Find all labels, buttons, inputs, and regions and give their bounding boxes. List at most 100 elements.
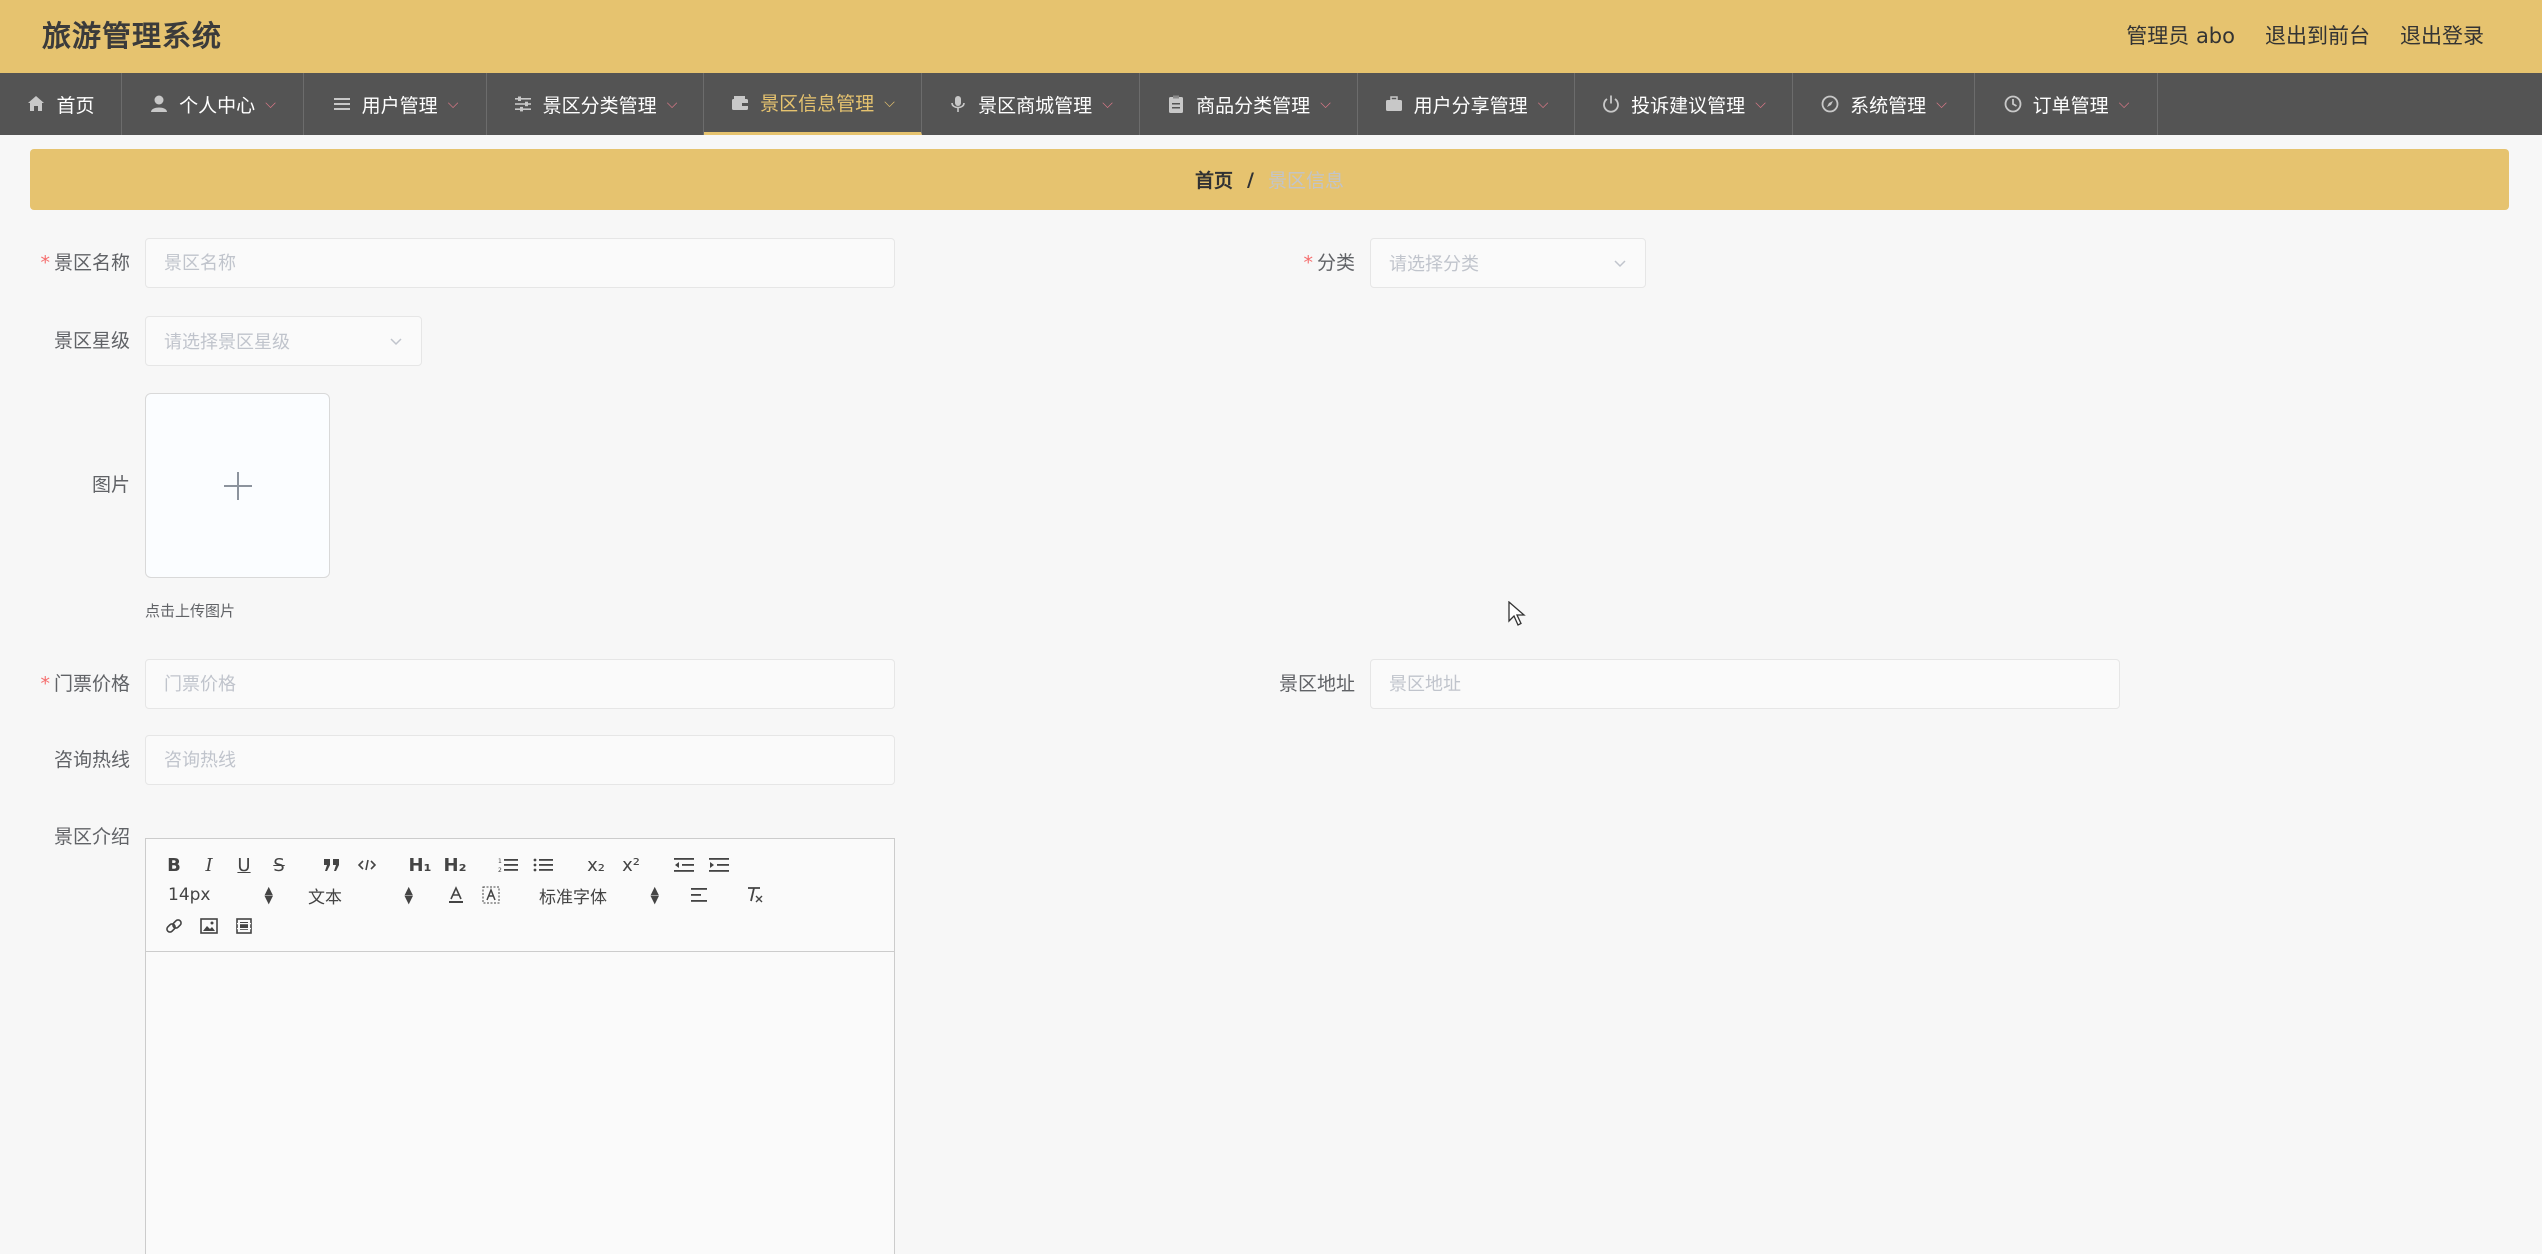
list-icon — [333, 98, 350, 110]
ticket-price-label: * 门票价格 — [30, 669, 130, 699]
link-button[interactable] — [160, 912, 188, 940]
chevron-down-icon: ⌵ — [2118, 96, 2130, 112]
microphone-icon — [951, 96, 965, 112]
nav-label: 系统管理 — [1850, 94, 1927, 117]
ordered-list-button[interactable]: 12 — [494, 851, 522, 879]
breadcrumb: 首页 / 景区信息 — [30, 149, 2509, 210]
chevron-down-icon — [1614, 260, 1626, 268]
nav-item-user-management[interactable]: 用户管理 ⌵ — [304, 73, 487, 135]
compass-icon — [1821, 95, 1839, 113]
code-icon — [358, 859, 376, 871]
label-text: 门票价格 — [53, 673, 130, 695]
video-insert-button[interactable] — [230, 912, 258, 940]
bullet-list-button[interactable] — [529, 851, 557, 879]
chevron-down-icon: ⌵ — [666, 96, 678, 112]
chevron-down-icon: ⌵ — [1320, 96, 1331, 112]
intro-label: 景区介绍 — [30, 822, 130, 852]
svg-text:2: 2 — [498, 867, 502, 873]
chevron-down-icon: ⌵ — [1755, 96, 1766, 112]
indent-button[interactable] — [705, 851, 733, 879]
outdent-button[interactable] — [670, 851, 698, 879]
editor-content-area[interactable] — [146, 953, 894, 1254]
select-placeholder: 请选择分类 — [1389, 254, 1479, 275]
outdent-icon — [674, 858, 694, 872]
scenic-name-input[interactable] — [145, 238, 895, 288]
admin-username: 管理员 abo — [2126, 24, 2235, 48]
briefcase-icon — [1385, 96, 1402, 111]
font-size-picker[interactable]: 14px ▲ ▼ — [168, 881, 273, 909]
background-color-button[interactable] — [477, 881, 505, 909]
scenic-star-label: 景区星级 — [30, 326, 130, 356]
ordered-list-icon: 12 — [498, 858, 518, 873]
nav-item-user-share[interactable]: 用户分享管理 ⌵ — [1358, 73, 1575, 135]
scenic-name-label: * 景区名称 — [30, 248, 130, 278]
background-color-icon — [482, 886, 500, 904]
nav-item-system[interactable]: 系统管理 ⌵ — [1793, 73, 1975, 135]
scenic-star-select[interactable]: 请选择景区星级 — [145, 316, 422, 366]
font-family-picker[interactable]: 标准字体 ▲ ▼ — [539, 881, 659, 909]
italic-button[interactable]: I — [195, 851, 223, 879]
address-label: 景区地址 — [1255, 669, 1355, 699]
text-color-icon — [449, 886, 463, 903]
plus-icon — [223, 471, 252, 500]
top-header: 旅游管理系统 管理员 abo 退出到前台 退出登录 — [0, 0, 2542, 73]
category-select[interactable]: 请选择分类 — [1370, 238, 1646, 288]
nav-item-scenic-info[interactable]: 景区信息管理 ⌵ — [704, 73, 922, 135]
nav-label: 商品分类管理 — [1196, 94, 1311, 117]
breadcrumb-current: 景区信息 — [1267, 170, 1344, 192]
header-2-button[interactable]: H₂ — [441, 851, 469, 879]
nav-label: 首页 — [56, 94, 95, 117]
clear-format-icon — [748, 887, 763, 903]
chevron-down-icon — [390, 338, 402, 346]
breadcrumb-home[interactable]: 首页 — [1195, 166, 1233, 193]
nav-label: 用户管理 — [361, 94, 438, 117]
exit-to-front-link[interactable]: 退出到前台 — [2265, 19, 2370, 53]
nav-item-scenic-category[interactable]: 景区分类管理 ⌵ — [487, 73, 704, 135]
underline-button[interactable]: U — [230, 851, 258, 879]
strike-button[interactable]: S — [265, 851, 293, 879]
nav-item-orders[interactable]: 订单管理 ⌵ — [1975, 73, 2158, 135]
clear-format-button[interactable] — [740, 881, 768, 909]
bullet-list-icon — [533, 858, 553, 872]
address-input[interactable] — [1370, 659, 2120, 709]
nav-item-scenic-mall[interactable]: 景区商城管理 ⌵ — [922, 73, 1140, 135]
sort-arrows-icon: ▲ ▼ — [404, 884, 413, 906]
indent-icon — [709, 858, 729, 872]
ticket-price-input[interactable] — [145, 659, 895, 709]
align-button[interactable] — [686, 881, 714, 909]
header-picker[interactable]: 文本 ▲ ▼ — [308, 881, 413, 909]
wallet-icon — [732, 95, 749, 110]
sliders-icon — [514, 96, 531, 112]
required-mark: * — [40, 252, 50, 274]
power-icon — [1603, 95, 1620, 113]
hotline-label: 咨询热线 — [30, 745, 130, 775]
blockquote-button[interactable] — [318, 851, 346, 879]
nav-label: 景区分类管理 — [542, 94, 657, 117]
image-label: 图片 — [30, 470, 130, 500]
nav-item-product-category[interactable]: 商品分类管理 ⌵ — [1140, 73, 1358, 135]
hotline-input[interactable] — [145, 735, 895, 785]
video-icon — [236, 918, 252, 934]
sort-arrows-icon: ▲ ▼ — [264, 884, 273, 906]
code-block-button[interactable] — [353, 851, 381, 879]
superscript-button[interactable]: x² — [617, 851, 645, 879]
sort-arrows-icon: ▲ ▼ — [650, 884, 659, 906]
user-icon — [151, 95, 168, 112]
logout-link[interactable]: 退出登录 — [2400, 19, 2484, 53]
upload-tip: 点击上传图片 — [145, 602, 236, 620]
nav-item-complaints[interactable]: 投诉建议管理 ⌵ — [1575, 73, 1793, 135]
header-links: 管理员 abo 退出到前台 退出登录 — [2126, 19, 2484, 53]
nav-item-home[interactable]: 首页 — [0, 73, 122, 135]
home-icon — [28, 96, 45, 111]
nav-label: 订单管理 — [2032, 94, 2109, 117]
nav-item-personal-center[interactable]: 个人中心 ⌵ — [122, 73, 304, 135]
image-upload[interactable] — [145, 393, 330, 578]
label-text: 图片 — [91, 474, 130, 496]
bold-button[interactable]: B — [160, 851, 188, 879]
text-color-button[interactable] — [442, 881, 470, 909]
font-size-value: 14px — [168, 885, 211, 905]
nav-label: 投诉建议管理 — [1631, 94, 1746, 117]
header-1-button[interactable]: H₁ — [406, 851, 434, 879]
subscript-button[interactable]: x₂ — [582, 851, 610, 879]
image-insert-button[interactable] — [195, 912, 223, 940]
